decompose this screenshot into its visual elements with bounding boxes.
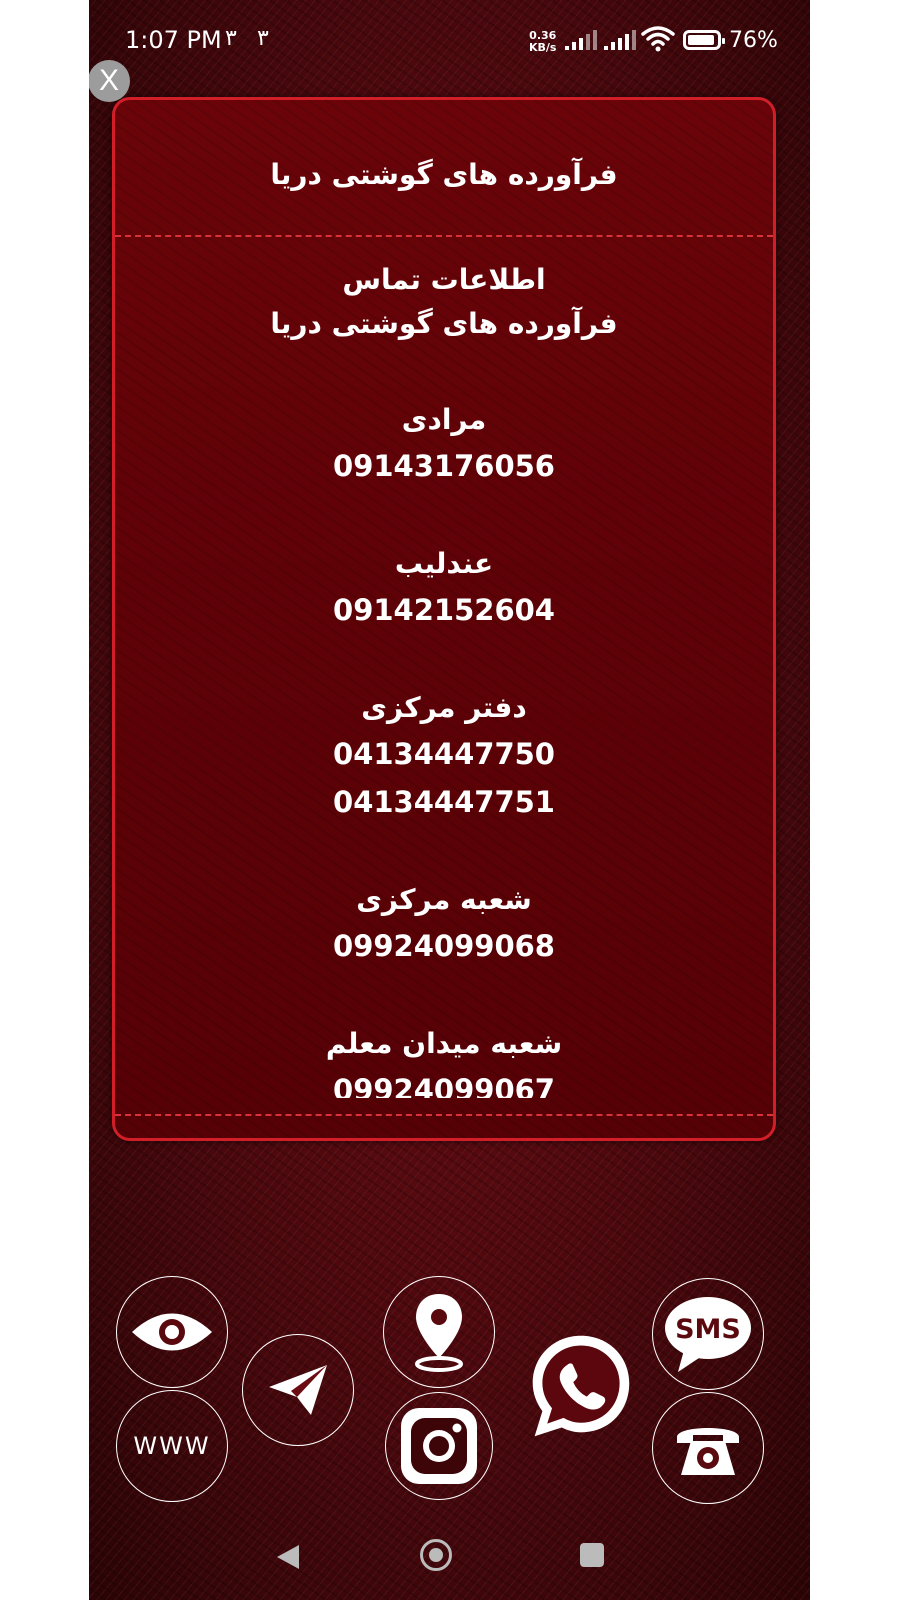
signal-icon — [565, 30, 597, 50]
company-name: فرآورده های گوشتی دریا — [270, 307, 618, 340]
telegram-button[interactable] — [242, 1334, 354, 1446]
phone-number-link[interactable]: 09924099068 — [115, 922, 773, 970]
status-bar: 1:07 PM ۳ ۳ 0.36 KB/s 76% — [89, 0, 810, 82]
navigation-bar — [89, 1505, 810, 1600]
close-button[interactable]: X — [89, 60, 130, 102]
back-icon[interactable] — [275, 1543, 301, 1571]
call-button[interactable] — [652, 1392, 764, 1504]
whatsapp-button[interactable] — [525, 1330, 637, 1442]
website-button[interactable]: WWW — [116, 1390, 228, 1502]
signal-icon — [604, 30, 636, 50]
battery-icon — [683, 30, 725, 50]
battery-percent: 76% — [729, 28, 778, 53]
contact-info: اطلاعات تماس فرآورده های گوشتی دریا مراد… — [115, 258, 773, 1098]
contact-card: فرآورده های گوشتی دریا اطلاعات تماس فرآو… — [112, 97, 776, 1141]
sms-label: SMS — [675, 1314, 741, 1345]
telegram-icon — [269, 1365, 327, 1415]
www-label: WWW — [133, 1432, 211, 1460]
status-time: 1:07 PM — [125, 26, 222, 54]
sms-icon: SMS — [665, 1297, 751, 1372]
card-title: فرآورده های گوشتی دریا — [270, 158, 618, 191]
instagram-icon — [401, 1408, 477, 1484]
phone-number-link[interactable]: 04134447751 — [115, 778, 773, 826]
card-header: فرآورده های گوشتی دریا — [115, 100, 773, 237]
eye-icon — [132, 1313, 212, 1351]
contact-name: شعبه مرکزی — [356, 883, 532, 916]
contact-name: دفتر مرکزی — [361, 691, 527, 724]
phone-number-link[interactable]: 04134447750 — [115, 730, 773, 778]
contact-name: شعبه میدان معلم — [325, 1027, 563, 1060]
network-speed: 0.36 KB/s — [529, 30, 556, 54]
contact-name: مرادی — [401, 403, 487, 436]
location-button[interactable] — [383, 1276, 495, 1388]
telephone-icon — [677, 1428, 739, 1475]
view-button[interactable] — [116, 1276, 228, 1388]
recent-apps-icon[interactable] — [580, 1543, 604, 1567]
card-footer-divider — [115, 1114, 773, 1116]
notification-count: ۳ — [225, 26, 237, 51]
phone-number-link[interactable]: 09924099067 — [115, 1066, 773, 1098]
wifi-icon — [641, 26, 675, 52]
home-icon[interactable] — [420, 1539, 452, 1571]
whatsapp-icon — [532, 1335, 630, 1437]
app-screen: 1:07 PM ۳ ۳ 0.36 KB/s 76% X فرآورده های … — [89, 0, 810, 1600]
sms-button[interactable]: SMS — [652, 1278, 764, 1390]
network-speed-unit: KB/s — [529, 41, 557, 54]
instagram-button[interactable] — [385, 1392, 493, 1500]
notification-count: ۳ — [257, 26, 269, 51]
phone-number-link[interactable]: 09142152604 — [115, 586, 773, 634]
location-pin-icon — [415, 1294, 463, 1372]
contact-name: عندلیب — [394, 547, 494, 580]
contact-heading: اطلاعات تماس — [342, 263, 546, 296]
phone-number-link[interactable]: 09143176056 — [115, 442, 773, 490]
